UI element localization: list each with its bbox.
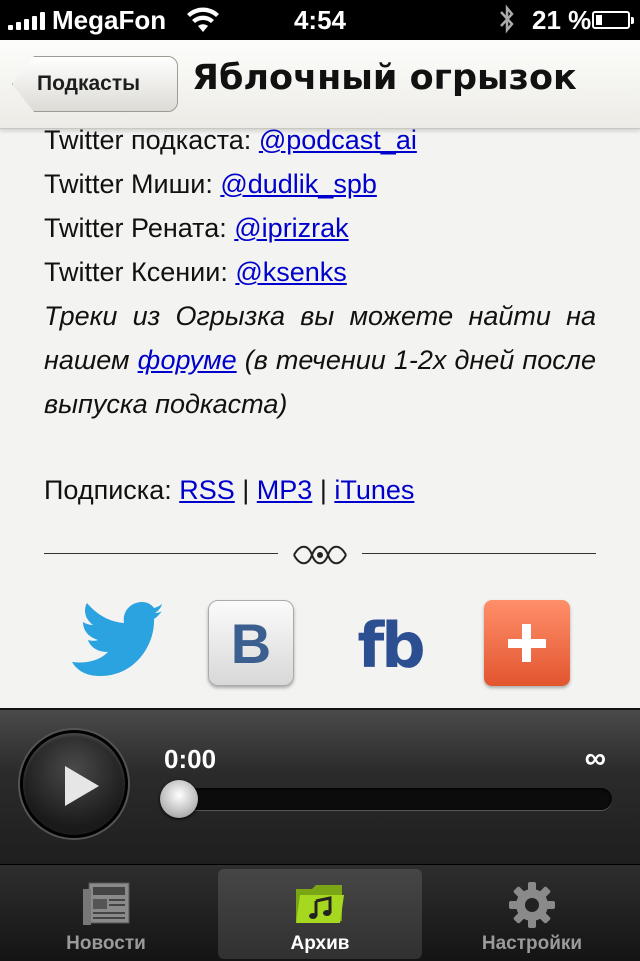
twitter-line: Twitter Миши: @dudlik_spb bbox=[44, 169, 377, 199]
tab-bar: Новости Архив Настройки bbox=[0, 864, 640, 961]
twitter-bird-icon[interactable] bbox=[66, 600, 162, 690]
ornament-divider bbox=[44, 540, 596, 570]
facebook-icon: fb bbox=[357, 608, 425, 682]
twitter-line: Twitter Ксении: @ksenks bbox=[44, 257, 347, 287]
scrubber-knob[interactable] bbox=[160, 780, 198, 818]
divider-rule bbox=[44, 553, 278, 554]
page-title: Яблочный огрызок bbox=[192, 58, 577, 98]
total-time: ∞ bbox=[584, 742, 606, 775]
share-plus-icon[interactable] bbox=[484, 600, 570, 686]
bluetooth-icon bbox=[500, 4, 514, 34]
mp3-link[interactable]: MP3 bbox=[257, 475, 313, 505]
current-time: 0:00 bbox=[164, 744, 217, 774]
battery-icon bbox=[592, 11, 634, 29]
twitter-link-renat[interactable]: @iprizrak bbox=[234, 213, 348, 243]
facebook-share-button[interactable]: fb bbox=[350, 600, 430, 690]
rss-link[interactable]: RSS bbox=[179, 475, 235, 505]
tab-label: Архив bbox=[290, 933, 350, 954]
tab-settings[interactable]: Настройки bbox=[432, 865, 632, 961]
vk-share-button[interactable]: B bbox=[208, 600, 294, 686]
navigation-bar: Подкасты Яблочный огрызок bbox=[0, 40, 640, 129]
progress-track[interactable] bbox=[160, 788, 612, 810]
battery-percent: 21 % bbox=[532, 5, 592, 35]
gear-icon bbox=[509, 882, 555, 928]
twitter-link-misha[interactable]: @dudlik_spb bbox=[220, 169, 377, 199]
subscribe-line: Подписка: RSS | MP3 | iTunes bbox=[44, 475, 415, 505]
twitter-link-ksenia[interactable]: @ksenks bbox=[235, 257, 346, 287]
tab-label: Новости bbox=[66, 933, 146, 954]
divider-rule bbox=[362, 553, 596, 554]
podcast-description: Twitter подкаста: @podcast_ai Twitter Ми… bbox=[44, 118, 596, 512]
play-button[interactable] bbox=[20, 730, 128, 838]
status-bar: MegaFon 4:54 21 % bbox=[0, 0, 640, 40]
play-icon bbox=[65, 766, 99, 806]
twitter-link-podcast[interactable]: @podcast_ai bbox=[259, 125, 417, 155]
tab-label: Настройки bbox=[481, 933, 583, 954]
twitter-line: Twitter подкаста: @podcast_ai bbox=[44, 125, 417, 155]
tracks-note: Треки из Огрызка вы можете найти на наше… bbox=[44, 301, 597, 419]
itunes-link[interactable]: iTunes bbox=[334, 475, 414, 505]
back-button[interactable]: Подкасты bbox=[12, 56, 178, 112]
music-folder-icon bbox=[296, 885, 344, 923]
ornament-icon bbox=[293, 545, 347, 565]
twitter-line: Twitter Рената: @iprizrak bbox=[44, 213, 349, 243]
forum-link[interactable]: форуме bbox=[138, 345, 237, 375]
tab-news[interactable]: Новости bbox=[6, 865, 206, 961]
news-icon bbox=[83, 882, 130, 925]
vk-icon: B bbox=[230, 611, 272, 675]
back-button-label: Подкасты bbox=[37, 72, 141, 95]
audio-player: 0:00 ∞ bbox=[0, 708, 640, 866]
tab-archive[interactable]: Архив bbox=[218, 865, 422, 961]
